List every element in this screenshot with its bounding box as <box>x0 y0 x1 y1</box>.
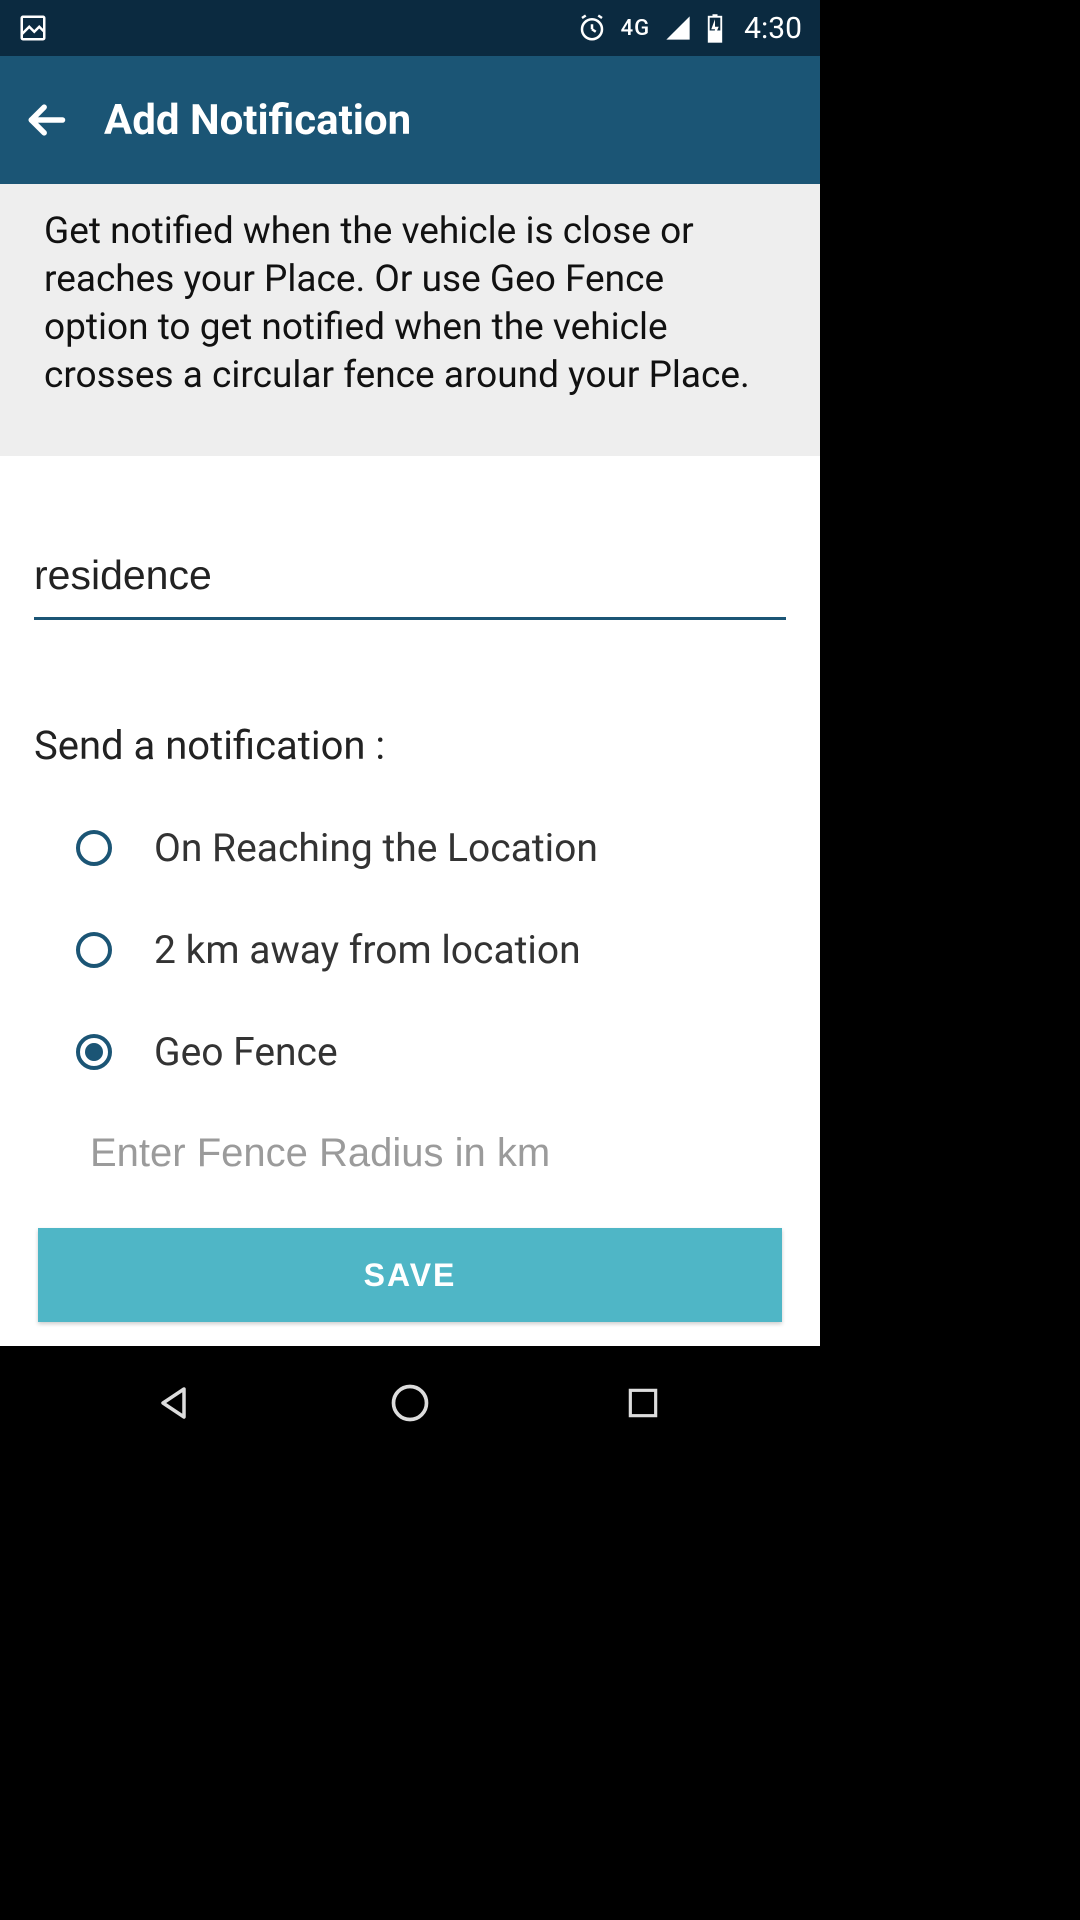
status-right: 4G 4:30 <box>577 11 802 46</box>
fence-radius-input[interactable] <box>90 1131 786 1176</box>
clock-time: 4:30 <box>744 11 802 46</box>
radio-label: Geo Fence <box>154 1029 338 1075</box>
place-name-input[interactable] <box>34 552 786 620</box>
radio-label: On Reaching the Location <box>154 825 598 871</box>
alarm-icon <box>577 13 607 43</box>
status-bar: 4G 4:30 <box>0 0 820 56</box>
image-icon <box>18 13 48 43</box>
screen: 4G 4:30 Add Notification <box>0 0 820 1460</box>
page-title: Add Notification <box>104 96 411 145</box>
radio-2km-away[interactable]: 2 km away from location <box>76 927 786 973</box>
status-left <box>18 13 48 43</box>
radio-label: 2 km away from location <box>154 927 581 973</box>
radio-on-reaching[interactable]: On Reaching the Location <box>76 825 786 871</box>
notification-section-label: Send a notification : <box>34 722 786 769</box>
system-nav-bar <box>0 1346 820 1460</box>
nav-home-icon[interactable] <box>384 1377 436 1429</box>
network-type: 4G <box>621 16 651 41</box>
radio-icon <box>76 1034 112 1070</box>
app-bar: Add Notification <box>0 56 820 184</box>
radio-icon <box>76 932 112 968</box>
save-button[interactable]: SAVE <box>38 1228 782 1322</box>
description-text: Get notified when the vehicle is close o… <box>0 184 820 456</box>
back-arrow-icon[interactable] <box>24 98 68 142</box>
nav-back-icon[interactable] <box>151 1377 203 1429</box>
radio-geo-fence[interactable]: Geo Fence <box>76 1029 786 1075</box>
radio-icon <box>76 830 112 866</box>
form-content: Send a notification : On Reaching the Lo… <box>0 456 820 1346</box>
signal-icon <box>664 14 692 42</box>
notification-radio-group: On Reaching the Location 2 km away from … <box>34 825 786 1075</box>
battery-icon <box>706 13 724 43</box>
nav-recent-icon[interactable] <box>617 1377 669 1429</box>
